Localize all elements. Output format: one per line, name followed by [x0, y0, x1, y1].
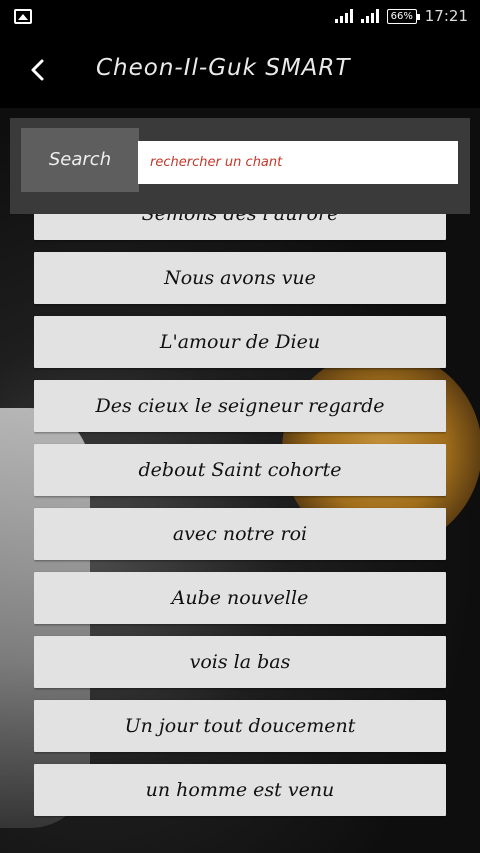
song-list-item[interactable]: Un jour tout doucement [34, 700, 446, 752]
app-bar: Cheon-Il-Guk SMART [0, 34, 480, 108]
song-list-item[interactable]: Aube nouvelle [34, 572, 446, 624]
song-list-item[interactable]: Nous avons vue [34, 252, 446, 304]
song-list-item[interactable]: vois la bas [34, 636, 446, 688]
signal-icon [334, 9, 353, 23]
song-list-item[interactable]: debout Saint cohorte [34, 444, 446, 496]
signal-icon [360, 9, 379, 23]
gallery-notification-icon [14, 9, 32, 24]
search-button[interactable]: Search [21, 128, 139, 192]
song-list-item[interactable]: L'amour de Dieu [34, 316, 446, 368]
status-indicators: 66% 17:21 [334, 7, 468, 25]
song-list-item[interactable]: Semons dès l'aurore [34, 214, 446, 240]
song-list-item[interactable]: un homme est venu [34, 764, 446, 816]
app-title: Cheon-Il-Guk SMART [96, 55, 351, 81]
status-bar: 66% 17:21 [0, 0, 480, 34]
battery-icon: 66% [386, 8, 420, 24]
song-list[interactable]: Semons dès l'aurore Nous avons vue L'amour… [34, 214, 446, 853]
content-area: Search Semons dès l'aurore Nous avons vue… [0, 108, 480, 853]
back-arrow-icon[interactable] [24, 56, 52, 84]
search-input[interactable] [138, 141, 458, 184]
status-time: 17:21 [424, 7, 468, 25]
search-bar: Search [10, 118, 470, 214]
song-list-item[interactable]: avec notre roi [34, 508, 446, 560]
song-list-item[interactable]: Des cieux le seigneur regarde [34, 380, 446, 432]
